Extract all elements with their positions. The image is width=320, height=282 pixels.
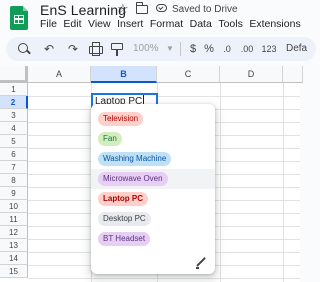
decrease-decimal-button[interactable]: .0	[221, 41, 233, 57]
undo-icon[interactable]: ↶	[42, 41, 56, 57]
menu-extensions[interactable]: Extensions	[249, 18, 300, 30]
currency-format-button[interactable]: $	[188, 41, 198, 57]
menu-tools[interactable]: Tools	[218, 18, 243, 30]
row-header[interactable]: 8	[0, 174, 28, 187]
search-menus-icon[interactable]	[18, 41, 30, 57]
menu-bar: File Edit View Insert Format Data Tools Extensi…	[40, 18, 307, 30]
row-header[interactable]: 12	[0, 226, 28, 239]
grid-line	[283, 83, 284, 282]
chip-bt-headset: BT Headset	[98, 232, 151, 246]
dropdown-option[interactable]: Microwave Oven	[91, 169, 215, 189]
grid-line	[28, 96, 300, 97]
grid-line	[28, 278, 300, 279]
column-header-e[interactable]	[283, 66, 303, 83]
chip-laptop-pc: Laptop PC	[98, 192, 148, 206]
column-header-c[interactable]: C	[157, 66, 220, 83]
row-header[interactable]: 1	[0, 83, 28, 96]
row-header[interactable]: 5	[0, 135, 28, 148]
dropdown-option[interactable]: Washing Machine	[91, 149, 215, 169]
save-status: Saved to Drive	[172, 4, 238, 15]
more-formats-button[interactable]: 123	[261, 41, 277, 57]
increase-decimal-button[interactable]: .00	[240, 41, 254, 57]
cloud-saved-icon	[156, 4, 167, 12]
row-header[interactable]: 15	[0, 265, 28, 278]
dropdown-option[interactable]: Television	[91, 109, 215, 129]
sheets-logo-icon[interactable]	[10, 6, 28, 30]
row-header[interactable]: 2	[0, 96, 28, 109]
grid-line	[220, 83, 221, 282]
print-icon[interactable]	[88, 41, 103, 57]
title-bar: EnS Learning ☆ Saved to Drive File Edit Vi…	[0, 0, 301, 34]
dropdown-option[interactable]: Fan	[91, 129, 215, 149]
row-header[interactable]: 11	[0, 213, 28, 226]
column-header-b[interactable]: B	[91, 66, 157, 83]
row-header[interactable]: 7	[0, 161, 28, 174]
dropdown-option[interactable]: Laptop PC	[91, 189, 215, 209]
menu-data[interactable]: Data	[190, 18, 212, 30]
dropdown-option[interactable]: BT Headset	[91, 229, 215, 249]
row-header[interactable]: 4	[0, 122, 28, 135]
menu-edit[interactable]: Edit	[63, 18, 81, 30]
star-icon[interactable]: ☆	[117, 1, 129, 17]
toolbar: ↶ ↷ 100% ▼ $ % .0 .00 123 Defa	[6, 37, 316, 61]
row-header[interactable]: 10	[0, 200, 28, 213]
dropdown-list: Television Fan Washing Machine Microwave…	[91, 104, 215, 274]
edit-pencil-icon[interactable]	[195, 257, 207, 269]
row-header[interactable]: 6	[0, 148, 28, 161]
row-header[interactable]: 13	[0, 239, 28, 252]
menu-file[interactable]: File	[40, 18, 57, 30]
move-folder-icon[interactable]	[135, 2, 148, 14]
row-header[interactable]: 14	[0, 252, 28, 265]
toolbar-divider	[180, 42, 181, 56]
document-title[interactable]: EnS Learning	[40, 2, 126, 18]
zoom-chevron-down-icon[interactable]: ▼	[166, 41, 174, 57]
row-header[interactable]: 3	[0, 109, 28, 122]
chip-television: Television	[98, 112, 144, 126]
column-header-d[interactable]: D	[220, 66, 283, 83]
menu-insert[interactable]: Insert	[117, 18, 143, 30]
chip-desktop-pc: Desktop PC	[98, 212, 151, 226]
percent-format-button[interactable]: %	[203, 41, 215, 57]
dropdown-option[interactable]: Desktop PC	[91, 209, 215, 229]
chip-microwave-oven: Microwave Oven	[98, 172, 168, 186]
chip-fan: Fan	[98, 132, 122, 146]
column-header-a[interactable]: A	[28, 66, 91, 83]
chip-washing-machine: Washing Machine	[98, 152, 172, 166]
menu-format[interactable]: Format	[150, 18, 183, 30]
row-header[interactable]: 9	[0, 187, 28, 200]
menu-view[interactable]: View	[88, 18, 111, 30]
select-all-corner[interactable]	[0, 66, 28, 83]
font-select[interactable]: Defa	[286, 41, 316, 57]
paint-format-icon[interactable]	[110, 41, 124, 57]
redo-icon[interactable]: ↷	[66, 41, 80, 57]
